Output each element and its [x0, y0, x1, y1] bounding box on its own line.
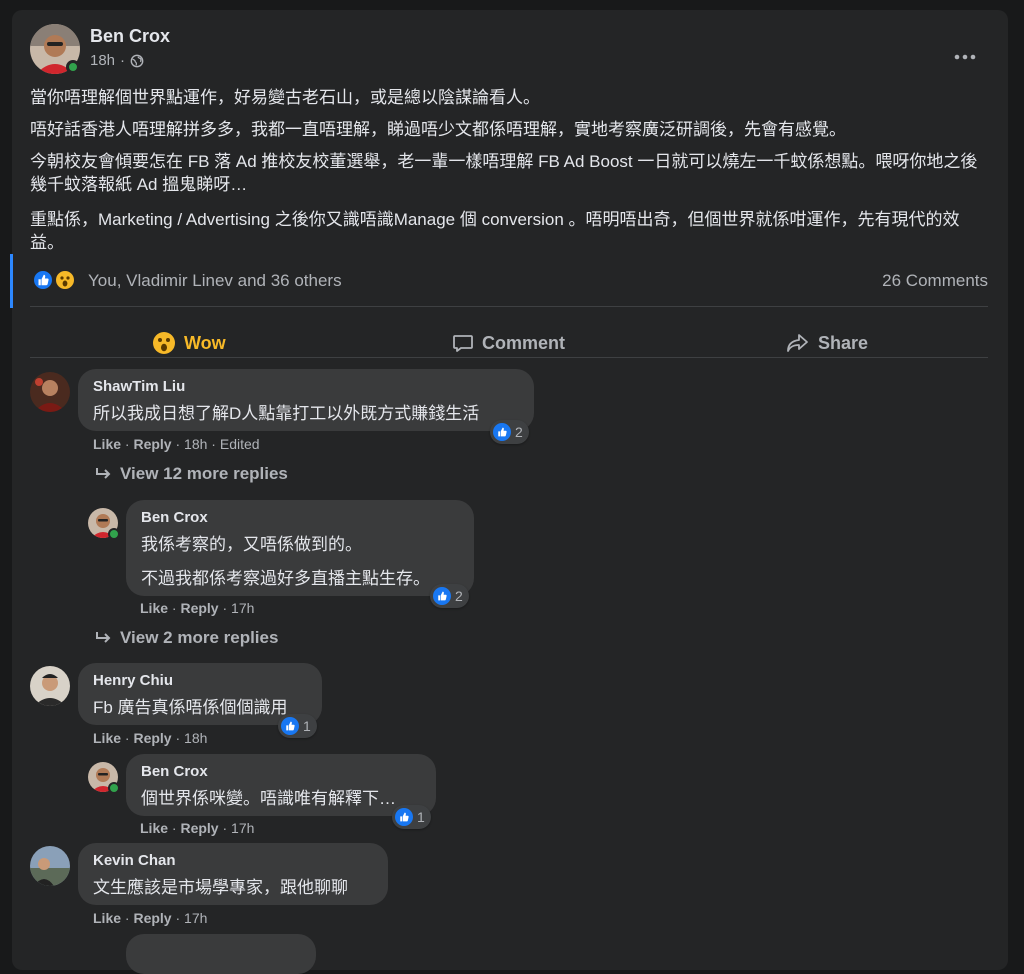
comment-author[interactable]: Henry Chiu	[93, 672, 173, 689]
globe-icon	[130, 54, 144, 68]
online-status-dot	[108, 782, 120, 794]
sep: ·	[171, 820, 177, 836]
reply-bubble: Ben Crox 我係考察的，又唔係做到的。 不過我都係考察過好多直播主點生存。	[126, 500, 474, 596]
comment-author[interactable]: ShawTim Liu	[93, 378, 185, 395]
reply-text-line-1: 我係考察的，又唔係做到的。	[141, 535, 362, 554]
post-meta: 18h ·	[90, 52, 144, 69]
reply-reactions[interactable]: 2	[430, 584, 469, 608]
reply-link[interactable]: Reply	[180, 820, 218, 836]
like-link[interactable]: Like	[140, 820, 168, 836]
wow-face-icon	[152, 331, 176, 355]
sep: ·	[222, 820, 228, 836]
comments-count[interactable]: 26 Comments	[882, 271, 988, 291]
view-more-replies[interactable]: View 12 more replies	[94, 464, 288, 484]
comment-time[interactable]: 17h	[184, 910, 207, 926]
view-more-replies[interactable]: View 2 more replies	[94, 628, 278, 648]
online-status-dot	[66, 60, 80, 74]
comment-author[interactable]: Kevin Chan	[93, 852, 176, 869]
reply-text-line-2: 不過我都係考察過好多直播主點生存。	[141, 569, 430, 588]
view-more-label: View 12 more replies	[120, 464, 288, 483]
reaction-count: 1	[417, 809, 425, 825]
sep: ·	[211, 436, 216, 452]
reply-link[interactable]: Reply	[133, 730, 171, 746]
wow-button[interactable]: Wow	[152, 328, 226, 358]
comment-bubble: Kevin Chan 文生應該是市場學專家，跟他聊聊	[78, 843, 388, 905]
like-link[interactable]: Like	[93, 730, 121, 746]
focus-indicator	[10, 254, 13, 308]
sep: ·	[124, 436, 130, 452]
like-link[interactable]: Like	[140, 600, 168, 616]
meta-separator: ·	[120, 52, 126, 69]
share-arrow-icon	[786, 332, 810, 354]
comment-time[interactable]: 18h	[184, 730, 207, 746]
reply-arrow-icon	[94, 466, 112, 482]
reply-actions: Like · Reply · 17h	[140, 600, 254, 616]
reply-time[interactable]: 17h	[231, 600, 254, 616]
post-paragraph-4: 重點係，Marketing / Advertising 之後你又識唔識Manag…	[30, 210, 960, 252]
divider-bottom	[30, 357, 988, 358]
post-paragraph-1: 當你唔理解個世界點運作，好易變古老石山，或是總以陰謀論看人。	[30, 88, 540, 107]
reply-link[interactable]: Reply	[133, 910, 171, 926]
reaction-count: 2	[455, 588, 463, 604]
like-icon	[493, 423, 511, 441]
reply-text: 個世界係咪變。唔識唯有解釋下…	[141, 789, 396, 808]
comment-text: Fb 廣告真係唔係個個識用	[93, 698, 288, 717]
comment-bubble-icon	[452, 332, 474, 354]
commenter-avatar[interactable]	[30, 372, 70, 412]
post-card: Ben Crox 18h · 當你唔理解個世界點運作，好易變古老石山，或是總以陰…	[10, 10, 1008, 974]
sep: ·	[124, 910, 130, 926]
reply-link[interactable]: Reply	[133, 436, 171, 452]
more-options-icon[interactable]	[952, 44, 978, 70]
comment-actions: Like · Reply · 17h	[93, 910, 207, 926]
reply-arrow-icon	[94, 630, 112, 646]
wow-reaction-icon[interactable]	[54, 269, 76, 291]
post-time[interactable]: 18h	[90, 52, 115, 69]
post-paragraph-2: 唔好話香港人唔理解拼多多，我都一直唔理解，睇過唔少文都係唔理解，實地考察廣泛研調…	[30, 120, 846, 139]
reaction-count: 1	[303, 718, 311, 734]
online-status-dot	[108, 528, 120, 540]
like-icon	[395, 808, 413, 826]
like-link[interactable]: Like	[93, 436, 121, 452]
wow-label: Wow	[184, 332, 226, 353]
reply-bubble-partial	[126, 934, 316, 974]
sep: ·	[124, 730, 130, 746]
sep: ·	[222, 600, 228, 616]
comment-actions: Like · Reply · 18h	[93, 730, 207, 746]
sep: ·	[175, 910, 181, 926]
like-reaction-icon[interactable]	[32, 269, 54, 291]
like-icon	[433, 587, 451, 605]
share-label: Share	[818, 332, 869, 353]
like-icon	[281, 717, 299, 735]
comment-text: 所以我成日想了解D人點靠打工以外既方式賺錢生活	[93, 404, 480, 423]
commenter-avatar[interactable]	[30, 666, 70, 706]
reply-actions: Like · Reply · 17h	[140, 820, 254, 836]
comment-label: Comment	[482, 332, 566, 353]
reaction-count: 2	[515, 424, 523, 440]
commenter-avatar[interactable]	[30, 846, 70, 886]
divider-top	[30, 306, 988, 307]
comment-reactions[interactable]: 1	[278, 714, 317, 738]
comment-reactions[interactable]: 2	[490, 420, 529, 444]
post-author-name[interactable]: Ben Crox	[90, 26, 170, 47]
comment-time[interactable]: 18h	[184, 436, 207, 452]
sep: ·	[171, 600, 177, 616]
comment-text: 文生應該是市場學專家，跟他聊聊	[93, 878, 348, 897]
reply-author[interactable]: Ben Crox	[141, 509, 208, 526]
reply-author[interactable]: Ben Crox	[141, 763, 208, 780]
reply-reactions[interactable]: 1	[392, 805, 431, 829]
reply-link[interactable]: Reply	[180, 600, 218, 616]
comment-button[interactable]: Comment	[452, 328, 565, 358]
view-more-label: View 2 more replies	[120, 628, 279, 647]
sep: ·	[175, 436, 181, 452]
reply-time[interactable]: 17h	[231, 820, 254, 836]
sep: ·	[175, 730, 181, 746]
comment-actions: Like · Reply · 18h · Edited	[93, 436, 260, 452]
post-paragraph-3: 今朝校友會傾要怎在 FB 落 Ad 推校友校董選舉，老一輩一樣唔理解 FB Ad…	[30, 152, 978, 194]
share-button[interactable]: Share	[786, 328, 868, 358]
reactions-summary[interactable]: You, Vladimir Linev and 36 others	[88, 271, 342, 291]
like-link[interactable]: Like	[93, 910, 121, 926]
reply-bubble: Ben Crox 個世界係咪變。唔識唯有解釋下…	[126, 754, 436, 816]
edited-label: Edited	[219, 436, 260, 452]
comment-bubble: ShawTim Liu 所以我成日想了解D人點靠打工以外既方式賺錢生活	[78, 369, 534, 431]
